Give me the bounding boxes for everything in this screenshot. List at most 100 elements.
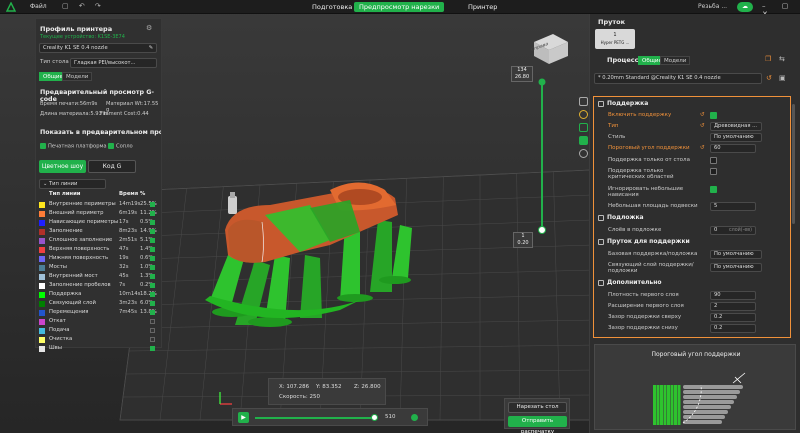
user-account[interactable]: Резьба ...	[698, 3, 727, 10]
tab-printer[interactable]: Принтер	[463, 2, 502, 12]
legend-visibility-checkbox[interactable]	[150, 220, 155, 225]
show-nozzle-option[interactable]: Сопло	[108, 143, 133, 150]
bed-type-select[interactable]: Гладкая PEI/высокот...	[70, 58, 157, 68]
support-icon[interactable]	[579, 136, 588, 145]
step-icon[interactable]	[411, 414, 418, 421]
reset-icon[interactable]: ↺	[700, 121, 705, 132]
slice-plate-button[interactable]: Нарезать стол	[508, 402, 567, 413]
tab-models[interactable]: Модели	[62, 72, 93, 81]
legend-row[interactable]: Перемещения 7m45s 13.8%	[39, 308, 160, 317]
legend-visibility-checkbox[interactable]	[150, 229, 155, 234]
reset-icon[interactable]: ↺	[766, 74, 772, 82]
quality-icon[interactable]	[579, 110, 588, 119]
first-layer-expansion-input[interactable]: 2	[710, 302, 756, 311]
move-slider-handle[interactable]	[371, 414, 378, 421]
section-advanced-label: Дополнительно	[607, 279, 662, 286]
floating-area-input[interactable]: 5	[710, 202, 756, 211]
tab-slice-preview[interactable]: Предпросмотр нарезки	[354, 2, 445, 12]
legend-visibility-checkbox[interactable]	[150, 247, 155, 252]
legend-visibility-checkbox[interactable]	[150, 238, 155, 243]
send-print-button[interactable]: Отправить распечатку	[508, 416, 567, 433]
critical-regions-checkbox[interactable]	[710, 168, 717, 175]
legend-row[interactable]: Заполнение 8m23s 14.9%	[39, 227, 160, 236]
legend-visibility-checkbox[interactable]	[150, 310, 155, 315]
strength-icon[interactable]	[579, 123, 588, 132]
color-scheme-button[interactable]: Цветное шоу	[39, 160, 86, 173]
cloud-sync-icon[interactable]: ☁	[737, 2, 753, 12]
copy-icon[interactable]: ❐	[765, 55, 771, 63]
compare-icon[interactable]: ⇆	[779, 55, 785, 63]
legend-row[interactable]: Верхняя поверхность 47s 1.4%	[39, 245, 160, 254]
legend-row[interactable]: Откат	[39, 317, 160, 326]
show-nozzle-checkbox[interactable]	[108, 143, 114, 149]
legend-visibility-checkbox[interactable]	[150, 256, 155, 261]
first-layer-density-label: Плотность первого слоя	[608, 292, 679, 298]
base-filament-select[interactable]: По умолчанию	[710, 250, 762, 259]
legend-row[interactable]: Нависающие периметры 17s 0.5%	[39, 218, 160, 227]
legend-visibility-checkbox[interactable]	[150, 274, 155, 279]
bottom-z-input[interactable]: 0.2	[710, 324, 756, 333]
line-type-select[interactable]: ⌄ Тип линии	[39, 179, 106, 189]
edit-icon[interactable]: ✎	[149, 44, 153, 52]
row-first-layer-expansion: Расширение первого слоя 2	[608, 301, 786, 312]
reset-icon[interactable]: ↺	[700, 110, 705, 121]
enable-support-checkbox[interactable]	[710, 112, 717, 119]
show-bed-option[interactable]: Печатная платформа	[40, 143, 107, 150]
legend-color-swatch	[39, 265, 45, 271]
legend-visibility-checkbox[interactable]	[150, 202, 155, 207]
section-support-label: Поддержка	[607, 100, 649, 107]
top-z-input[interactable]: 0.2	[710, 313, 756, 322]
legend-row[interactable]: Нижняя поверхность 19s 0.6%	[39, 254, 160, 263]
legend-row[interactable]: Заполнение пробелов 7s 0.2%	[39, 281, 160, 290]
quick-actions[interactable]: ▢ ↶ ↷	[62, 2, 105, 10]
legend-row[interactable]: Внешний периметр 6m19s 11.2%	[39, 209, 160, 218]
support-style-select[interactable]: По умолчанию	[710, 133, 762, 142]
process-tab-models[interactable]: Модели	[660, 56, 691, 65]
legend-visibility-checkbox[interactable]	[150, 346, 155, 351]
legend-row[interactable]: Швы	[39, 344, 160, 353]
save-icon[interactable]: ▣	[779, 74, 786, 82]
row-bottom-z: Зазор поддержки снизу 0.2	[608, 323, 786, 334]
legend-row[interactable]: Поддержка 10m14s 18.2%	[39, 290, 160, 299]
play-icon[interactable]: ▶	[238, 412, 249, 423]
legend-visibility-checkbox[interactable]	[150, 337, 155, 342]
ignore-small-checkbox[interactable]	[710, 186, 717, 193]
legend-visibility-checkbox[interactable]	[150, 265, 155, 270]
legend-time: 17s	[119, 219, 129, 225]
first-layer-density-input[interactable]: 90	[710, 291, 756, 300]
file-menu[interactable]: Файл	[30, 3, 47, 10]
show-bed-checkbox[interactable]	[40, 143, 46, 149]
support-type-select[interactable]: Древовидная ...	[710, 122, 762, 131]
settings-scrollbar[interactable]	[792, 104, 795, 224]
move-slider-track[interactable]	[255, 417, 373, 419]
legend-row[interactable]: Подача	[39, 326, 160, 335]
row-support-type: Тип ↺ Древовидная ...	[608, 121, 786, 132]
threshold-angle-input[interactable]: 60	[710, 144, 756, 153]
process-profile-select[interactable]: * 0.20mm Standard @Creality K1 SE 0.4 no…	[594, 73, 762, 84]
others-icon[interactable]	[579, 149, 588, 158]
legend-visibility-checkbox[interactable]	[150, 328, 155, 333]
filament-slot[interactable]: 1 Hyper PETG ...	[595, 29, 635, 49]
legend-visibility-checkbox[interactable]	[150, 283, 155, 288]
legend-visibility-checkbox[interactable]	[150, 301, 155, 306]
legend-visibility-checkbox[interactable]	[150, 292, 155, 297]
settings-gear-icon[interactable]: ⚙	[146, 24, 152, 32]
reset-icon[interactable]: ↺	[700, 143, 705, 154]
legend-row[interactable]: Очистка	[39, 335, 160, 344]
tab-prepare[interactable]: Подготовка	[307, 2, 357, 12]
on-build-plate-checkbox[interactable]	[710, 157, 717, 164]
legend-row[interactable]: Сплошное заполнение 2m51s 5.1%	[39, 236, 160, 245]
gcode-button[interactable]: Код G	[88, 160, 136, 173]
legend-row[interactable]: Внутренние периметры 14m19s 25.5%	[39, 200, 160, 209]
layers-icon[interactable]	[579, 97, 588, 106]
legend-visibility-checkbox[interactable]	[150, 211, 155, 216]
legend-line-type: Нависающие периметры	[49, 219, 119, 225]
legend-row[interactable]: Связующий слой 3m23s 6.0%	[39, 299, 160, 308]
printer-select[interactable]: Creality K1 SE 0.4 nozzle ✎	[39, 43, 157, 53]
interface-filament-select[interactable]: По умолчанию	[710, 263, 762, 272]
raft-layers-input[interactable]: 0 слой(-ев)	[710, 226, 756, 235]
bottom-z-label: Зазор поддержки снизу	[608, 325, 678, 331]
legend-visibility-checkbox[interactable]	[150, 319, 155, 324]
legend-row[interactable]: Внутренний мост 45s 1.3%	[39, 272, 160, 281]
legend-row[interactable]: Мосты 32s 1.0%	[39, 263, 160, 272]
